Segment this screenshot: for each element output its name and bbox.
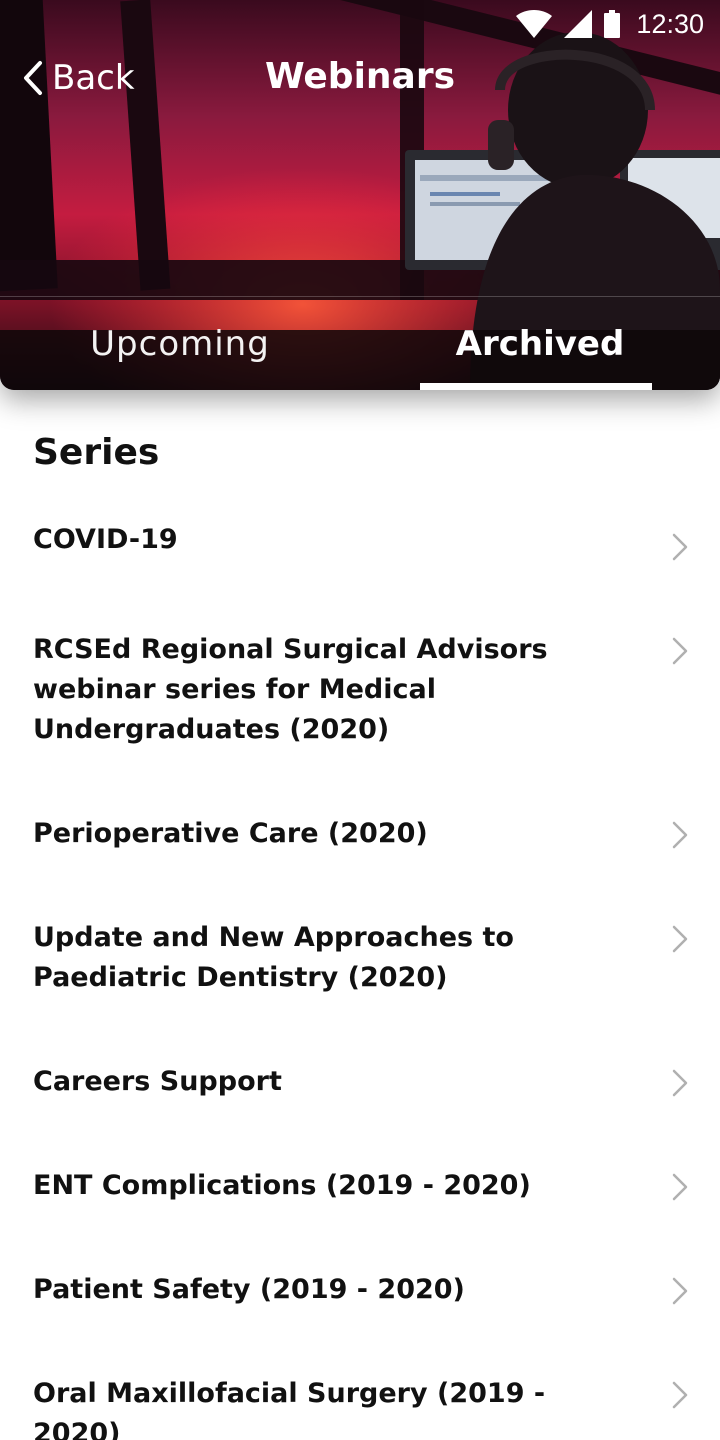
tab-archived-label: Archived (455, 323, 625, 364)
list-item[interactable]: COVID-19 (0, 520, 720, 580)
section-title: Series (33, 432, 160, 473)
list-item-label: Perioperative Care (2020) (33, 818, 428, 849)
active-tab-indicator (420, 383, 652, 390)
chevron-right-icon (672, 637, 688, 665)
navigation-bar: Back Webinars (0, 48, 720, 110)
list-item[interactable]: Oral Maxillofacial Surgery (2019 - 2020) (0, 1374, 720, 1440)
tab-upcoming[interactable]: Upcoming (0, 297, 360, 390)
list-item[interactable]: Update and New Approaches to Paediatric … (0, 918, 720, 1008)
status-time: 12:30 (636, 8, 704, 39)
list-item-label: COVID-19 (33, 524, 178, 555)
list-item-label: ENT Complications (2019 - 2020) (33, 1170, 531, 1201)
list-item-label: RCSEd Regional Surgical Advisors webinar… (33, 634, 548, 745)
status-bar: 12:30 (516, 0, 704, 48)
list-item-label: Oral Maxillofacial Surgery (2019 - 2020) (33, 1378, 546, 1440)
list-item[interactable]: Careers Support (0, 1062, 720, 1122)
chevron-right-icon (672, 925, 688, 953)
tab-upcoming-label: Upcoming (90, 323, 270, 364)
chevron-right-icon (672, 1277, 688, 1305)
chevron-right-icon (672, 821, 688, 849)
list-item[interactable]: Patient Safety (2019 - 2020) (0, 1270, 720, 1330)
wifi-icon (516, 10, 553, 38)
chevron-right-icon (672, 1069, 688, 1097)
list-item-label: Patient Safety (2019 - 2020) (33, 1274, 465, 1305)
list-item[interactable]: ENT Complications (2019 - 2020) (0, 1166, 720, 1226)
battery-icon (604, 10, 621, 38)
page-title: Webinars (264, 56, 456, 97)
list-item[interactable]: RCSEd Regional Surgical Advisors webinar… (0, 630, 720, 750)
tab-archived[interactable]: Archived (360, 297, 720, 390)
chevron-right-icon (672, 533, 688, 561)
list-item-label: Careers Support (33, 1066, 282, 1097)
chevron-right-icon (672, 1173, 688, 1201)
header-banner: 12:30 Back Webinars Upcoming Archived (0, 0, 720, 390)
list-item-label: Update and New Approaches to Paediatric … (33, 922, 514, 993)
tab-bar: Upcoming Archived (0, 297, 720, 390)
signal-icon (564, 10, 593, 38)
chevron-right-icon (672, 1381, 688, 1409)
list-item[interactable]: Perioperative Care (2020) (0, 814, 720, 874)
